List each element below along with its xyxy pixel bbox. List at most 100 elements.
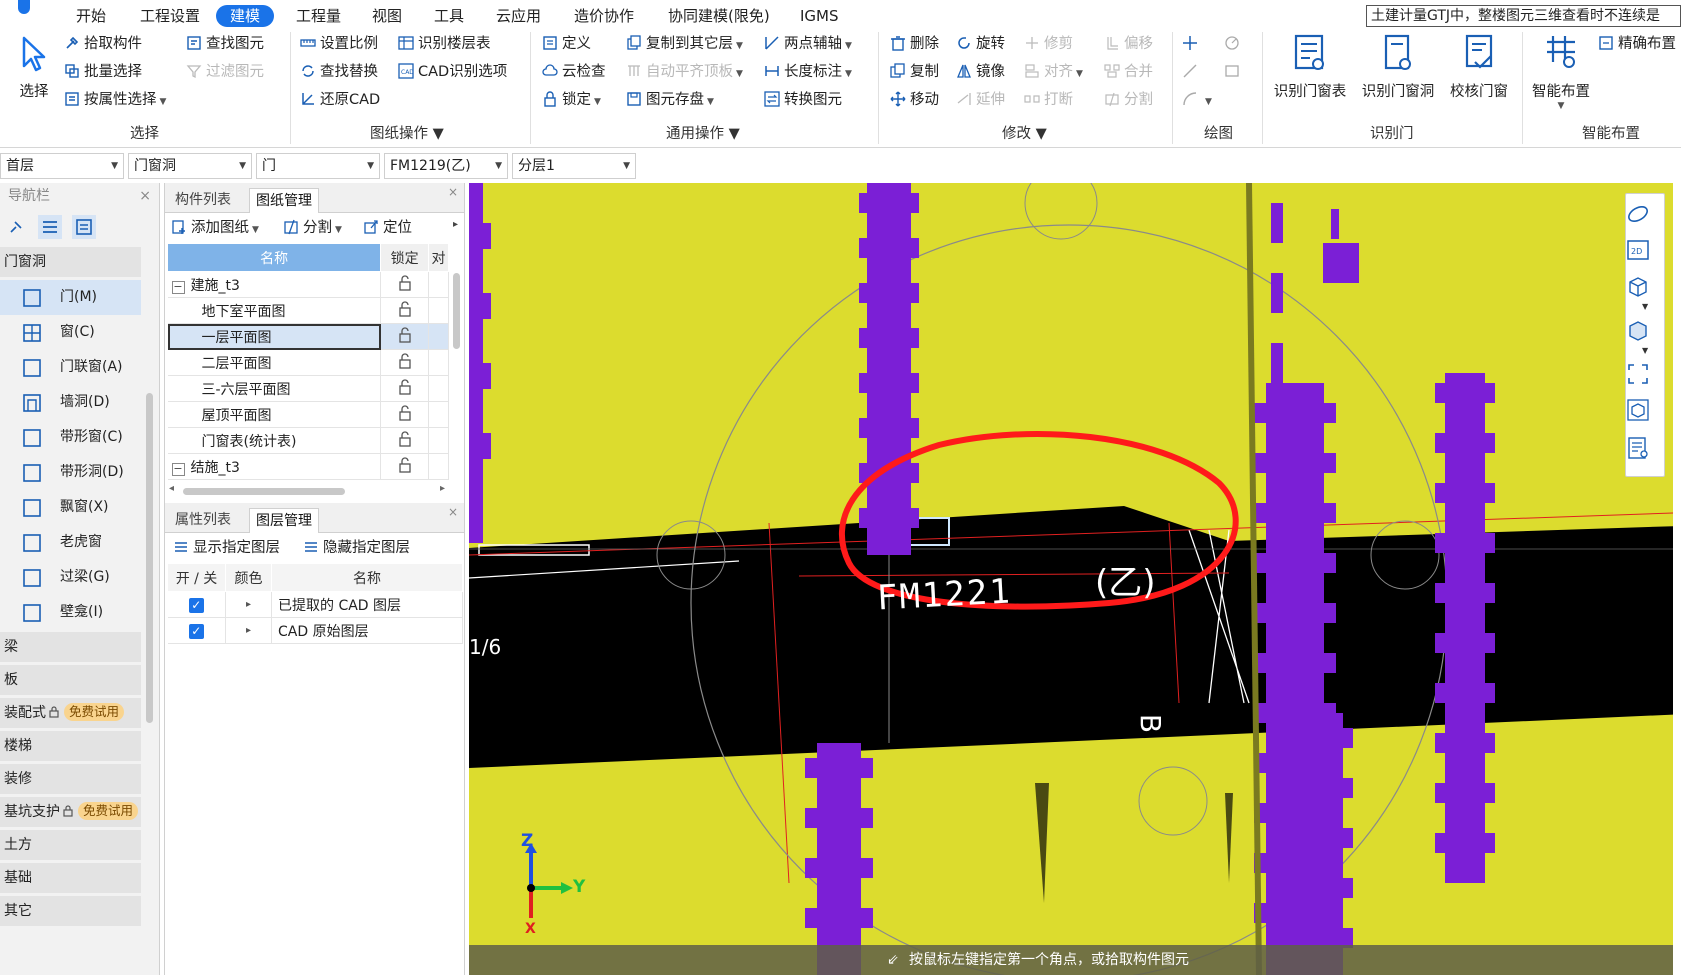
cad-options-button[interactable]: CAD CAD识别选项 <box>398 60 507 84</box>
view-2d-icon[interactable]: 2D <box>1626 238 1650 262</box>
pin-icon[interactable] <box>8 219 24 235</box>
copy-button[interactable]: 复制 <box>890 60 939 84</box>
filter-element-button[interactable]: 过滤图元 <box>186 60 264 84</box>
notice-banner[interactable]: 土建计量GTJ中，整楼图元三维查看时不连续是 <box>1366 5 1681 27</box>
fullscreen-icon[interactable] <box>1626 362 1650 386</box>
nav-category-decoration[interactable]: 装修 <box>0 764 141 794</box>
type-select[interactable]: 门 ▼ <box>256 153 380 179</box>
orbit-icon[interactable] <box>1626 202 1650 226</box>
detail-view-icon[interactable] <box>72 215 96 239</box>
menu-cost-collab[interactable]: 造价协作 <box>568 5 640 27</box>
two-point-axis-button[interactable]: 两点辅轴 ▼ <box>764 32 852 56</box>
delete-button[interactable]: 删除 <box>890 32 939 56</box>
layer-toggle-cell[interactable]: ✓ <box>167 617 226 644</box>
menu-modeling[interactable]: 建模 <box>216 5 275 27</box>
table-row[interactable]: ✓ ▸ CAD 原始图层 <box>167 617 463 644</box>
nav-item-wall-opening[interactable]: 墙洞(D) <box>0 385 141 420</box>
recognize-opening-button[interactable]: 识别门窗洞 <box>1356 32 1440 122</box>
col-layer-name[interactable]: 名称 <box>271 563 463 592</box>
mirror-button[interactable]: 镜像 <box>956 60 1005 84</box>
menu-igms[interactable]: IGMS <box>794 5 845 27</box>
recognize-floor-table-button[interactable]: 识别楼层表 <box>398 32 491 56</box>
tab-drawing-management[interactable]: 图纸管理 <box>249 188 319 213</box>
close-icon[interactable]: × <box>139 183 151 209</box>
v-scrollbar[interactable] <box>453 273 460 349</box>
component-select[interactable]: FM1219(乙) ▼ <box>384 153 508 179</box>
lock-cell[interactable] <box>380 375 430 402</box>
find-element-button[interactable]: 查找图元 <box>186 32 264 56</box>
table-row[interactable]: 地下室平面图 <box>167 297 449 324</box>
nav-category-foundation[interactable]: 基础 <box>0 863 141 893</box>
merge-button[interactable]: 合并 <box>1104 60 1153 84</box>
drawing-name-cell[interactable]: 门窗表(统计表) <box>167 427 382 454</box>
copy-to-floor-button[interactable]: 复制到其它层 ▼ <box>626 32 743 56</box>
show-layer-button[interactable]: 显示指定图层 <box>173 536 280 560</box>
nav-category-beam[interactable]: 梁 <box>0 632 141 662</box>
chevron-right-icon[interactable]: ▸ <box>246 599 251 610</box>
trial-badge[interactable]: 免费试用 <box>64 703 125 721</box>
tab-layer-management[interactable]: 图层管理 <box>249 508 319 533</box>
select-by-attr-button[interactable]: 按属性选择 ▼ <box>64 88 166 112</box>
pick-component-button[interactable]: 拾取构件 <box>64 32 142 56</box>
close-icon[interactable]: × <box>448 505 458 519</box>
lock-cell[interactable] <box>380 427 430 454</box>
layer-select[interactable]: 分层1 ▼ <box>512 153 636 179</box>
length-mark-button[interactable]: 长度标注 ▼ <box>764 60 852 84</box>
table-row[interactable]: 三-六层平面图 <box>167 375 449 402</box>
col-extra[interactable]: 对 <box>428 243 449 272</box>
nav-category-earthwork[interactable]: 土方 <box>0 830 141 860</box>
col-lock[interactable]: 锁定 <box>380 243 430 272</box>
table-row[interactable]: − 结施_t3 <box>167 453 449 480</box>
add-drawing-button[interactable]: 添加图纸 ▼ <box>171 216 259 240</box>
collapse-toggle[interactable]: − <box>171 462 185 476</box>
menu-collab-model[interactable]: 协同建模(限免) <box>662 5 776 27</box>
layer-expand-cell[interactable]: ▸ <box>225 591 272 618</box>
split-button[interactable]: 分割 <box>1104 88 1153 112</box>
draw-point-button[interactable] <box>1182 32 1202 56</box>
nav-item-strip-window[interactable]: 带形窗(C) <box>0 420 141 455</box>
table-row[interactable]: 屋顶平面图 <box>167 401 449 428</box>
set-scale-button[interactable]: 设置比例 <box>300 32 378 56</box>
nav-item-bay-window[interactable]: 飘窗(X) <box>0 490 141 525</box>
trim-button[interactable]: 修剪 <box>1024 32 1073 56</box>
table-row[interactable]: ✓ ▸ 已提取的 CAD 图层 <box>167 591 463 618</box>
chevron-down-icon[interactable]: ▼ <box>1642 346 1648 355</box>
cloud-check-button[interactable]: 云检查 <box>542 60 606 84</box>
rotate-button[interactable]: 旋转 <box>956 32 1005 56</box>
drawing-name-cell[interactable]: 地下室平面图 <box>167 297 382 324</box>
select-button[interactable]: 选择 <box>14 32 54 122</box>
lock-cell[interactable] <box>380 453 430 480</box>
locate-drawing-button[interactable]: 定位 <box>363 216 412 240</box>
3d-box-icon[interactable] <box>1626 398 1650 422</box>
nav-item-lintel[interactable]: 过梁(G) <box>0 560 141 595</box>
chevron-down-icon[interactable]: ▼ <box>1642 302 1648 311</box>
menu-start[interactable]: 开始 <box>70 5 112 27</box>
lock-cell[interactable] <box>380 401 430 428</box>
table-row[interactable]: 一层平面图 <box>167 323 449 350</box>
menu-tools[interactable]: 工具 <box>428 5 470 27</box>
nav-category-prefab[interactable]: 装配式 免费试用 <box>0 698 141 728</box>
h-scrollbar[interactable]: ◂ ▸ <box>169 483 445 497</box>
drawing-name-cell[interactable]: 一层平面图 <box>167 323 382 350</box>
split-drawing-button[interactable]: 分割 ▼ <box>283 216 342 240</box>
floor-select[interactable]: 首层 ▼ <box>0 153 124 179</box>
draw-rect-button[interactable] <box>1224 60 1244 84</box>
properties-icon[interactable] <box>1626 436 1650 460</box>
table-row[interactable]: 门窗表(统计表) <box>167 427 449 454</box>
trial-badge[interactable]: 免费试用 <box>78 802 139 820</box>
nav-scrollbar[interactable] <box>146 393 153 723</box>
drawing-name-cell[interactable]: − 结施_t3 <box>167 453 382 480</box>
draw-line-button[interactable] <box>1182 60 1202 84</box>
nav-category-slab[interactable]: 板 <box>0 665 141 695</box>
col-name[interactable]: 名称 <box>166 243 382 272</box>
save-element-button[interactable]: 图元存盘 ▼ <box>626 88 714 112</box>
menu-quantity[interactable]: 工程量 <box>290 5 347 27</box>
smart-layout-button[interactable]: 智能布置 ▼ <box>1526 32 1596 122</box>
collapse-toggle[interactable]: − <box>171 280 185 294</box>
lock-cell[interactable] <box>380 297 430 324</box>
break-button[interactable]: 打断 <box>1024 88 1073 112</box>
convert-element-button[interactable]: 转换图元 <box>764 88 842 112</box>
nav-item-niche[interactable]: 壁龛(I) <box>0 595 141 630</box>
nav-category-other[interactable]: 其它 <box>0 896 141 926</box>
extend-button[interactable]: 延伸 <box>956 88 1005 112</box>
